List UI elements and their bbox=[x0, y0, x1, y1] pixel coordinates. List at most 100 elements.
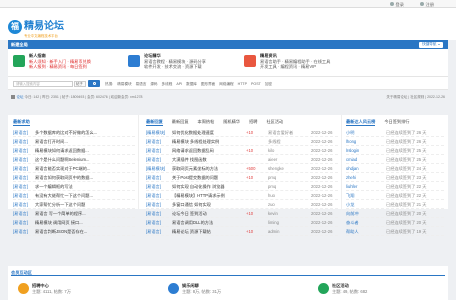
list-item[interactable]: cmiad 已经连续签到了 25 天 bbox=[346, 155, 444, 164]
row-author[interactable]: kevin bbox=[268, 211, 278, 216]
row-title[interactable]: 易语言调用DLL的方法 bbox=[172, 220, 213, 225]
row-tag[interactable]: [易语言] bbox=[146, 184, 161, 189]
row-tag[interactable]: [易语言] bbox=[13, 193, 28, 198]
row-tag[interactable]: [易语言] bbox=[146, 139, 161, 144]
row-title[interactable]: 【精易模块】HTTP请求示例 bbox=[172, 193, 225, 198]
row-title[interactable]: 易语言如何获取网页中的数据... bbox=[35, 175, 93, 180]
hot-word[interactable]: 数据库 bbox=[186, 82, 197, 86]
quick-nav-button[interactable]: 快捷导航 bbox=[419, 41, 443, 48]
hot-word[interactable]: 易语言 bbox=[136, 82, 147, 86]
home-icon[interactable] bbox=[11, 95, 15, 99]
row-tag[interactable]: [易语言] bbox=[13, 130, 28, 135]
row-author[interactable]: zuo bbox=[268, 202, 275, 207]
row-title[interactable]: 易语言能否实现对于PC端的... bbox=[35, 166, 90, 171]
table-row[interactable]: [易语言] 精易论坛 资源下载帖 +10 admin 2022-12-26 bbox=[146, 227, 338, 236]
user-name[interactable]: cmiad bbox=[346, 157, 357, 162]
table-row[interactable]: [易语言] 论坛今日 签到活动 +10 kevin 2022-12-26 bbox=[146, 209, 338, 218]
list-item[interactable]: [易语言] 精易模块 调用网页 接口... bbox=[13, 218, 135, 227]
row-title[interactable]: 精易模块 调用网页 接口... bbox=[35, 220, 83, 225]
row-tag[interactable]: [精易模块] bbox=[146, 166, 165, 171]
list-item[interactable]: [易语言] 易语言判断JSON是否存在... bbox=[13, 227, 135, 236]
table-row[interactable]: [易语言] 【精易模块】HTTP请求示例 huo 2022-12-26 bbox=[146, 191, 338, 200]
row-title[interactable]: 网络请求返回数据乱码 bbox=[172, 148, 214, 153]
row-title[interactable]: 论坛今日 签到活动 bbox=[172, 211, 207, 216]
list-item[interactable]: [易语言] 大家帮忙分析一下这个问题 bbox=[13, 200, 135, 209]
list-item[interactable]: lhong 已经连续签到了 26 天 bbox=[346, 137, 444, 146]
row-tag[interactable]: [易语言] bbox=[146, 202, 161, 207]
user-name[interactable]: ohdjan bbox=[346, 166, 359, 171]
row-tag[interactable]: [易语言] bbox=[146, 193, 161, 198]
row-title[interactable]: 大家帮忙分析一下这个问题 bbox=[35, 202, 85, 207]
row-tag[interactable]: [易语言] bbox=[146, 211, 161, 216]
row-tag[interactable]: [易语言] bbox=[13, 211, 28, 216]
row-tag[interactable]: [易语言] bbox=[146, 175, 161, 180]
row-title[interactable]: 多窗口通信 如何实现 bbox=[172, 202, 211, 207]
user-name[interactable]: liuhfer bbox=[346, 184, 357, 189]
register-link[interactable]: 注册 bbox=[420, 2, 434, 7]
list-item[interactable]: 帮助人 已经连续签到了 19 天 bbox=[346, 227, 444, 236]
row-title[interactable]: 如何实现 自动化操作 浏览器 bbox=[172, 184, 225, 189]
table-row[interactable]: [精易模块] 如何优化数据处理速度 +10 易语言爱好者 2022-12-26 bbox=[146, 128, 338, 137]
tab-signin[interactable]: 今日签到排行 bbox=[384, 119, 409, 126]
hot-word[interactable]: 多线程 bbox=[162, 82, 173, 86]
row-title[interactable]: 这个是什么问题啊Selenium... bbox=[35, 157, 89, 162]
row-title[interactable]: 如何优化数据处理速度 bbox=[172, 130, 214, 135]
row-tag[interactable]: [易语言] bbox=[13, 184, 28, 189]
row-tag[interactable]: [易语言] bbox=[13, 148, 28, 153]
table-row[interactable]: [易语言] 多窗口通信 如何实现 zuo 2022-12-26 bbox=[146, 200, 338, 209]
list-item[interactable]: 小明 已经连续签到了 26 天 bbox=[346, 128, 444, 137]
tab-latest[interactable]: 最新回复 bbox=[146, 119, 163, 127]
search-type-select[interactable]: 帖子 bbox=[74, 80, 86, 87]
user-name[interactable]: 飞翔 bbox=[346, 193, 354, 198]
row-author[interactable]: pmq bbox=[268, 184, 276, 189]
row-tag[interactable]: [易语言] bbox=[13, 175, 28, 180]
site-logo[interactable]: 福 精易论坛 bbox=[8, 20, 64, 34]
table-row[interactable]: [精易模块] 获取网页元素坐标的方法 +500 shengke 2022-12-26 bbox=[146, 164, 338, 173]
row-tag[interactable]: [易语言] bbox=[146, 229, 161, 234]
row-tag[interactable]: [易语言] bbox=[13, 220, 28, 225]
hot-word[interactable]: POST bbox=[251, 82, 261, 86]
row-tag[interactable]: [易语言] bbox=[13, 202, 28, 207]
list-item[interactable]: [易语言] 精易模块如何请求返回数据... bbox=[13, 146, 135, 155]
login-link[interactable]: 登录 bbox=[390, 2, 404, 7]
row-author[interactable]: kilo bbox=[268, 148, 274, 153]
user-name[interactable]: zhehi bbox=[346, 175, 356, 180]
user-name[interactable]: lrslogin bbox=[346, 148, 359, 153]
list-item[interactable]: 向前冲 已经连续签到了 20 天 bbox=[346, 209, 444, 218]
table-row[interactable]: [易语言] 关于Post提交数据的问题 +10 pmq 2022-12-26 bbox=[146, 173, 338, 182]
row-tag[interactable]: [易语言] bbox=[13, 139, 28, 144]
row-author[interactable]: huo bbox=[268, 193, 275, 198]
row-tag[interactable]: [易语言] bbox=[146, 220, 161, 225]
hot-word[interactable]: 加密 bbox=[265, 82, 272, 86]
table-row[interactable]: [易语言] 易语言调用DLL的方法 liming 2022-12-26 bbox=[146, 218, 338, 227]
list-item[interactable]: [易语言] 这个是什么问题啊Selenium... bbox=[13, 155, 135, 164]
list-item[interactable]: 飞翔 已经连续签到了 22 天 bbox=[346, 191, 444, 200]
hot-word[interactable]: 网络编程 bbox=[219, 82, 233, 86]
list-item[interactable]: [易语言] 易语言如何获取网页中的数据... bbox=[13, 173, 135, 182]
row-title[interactable]: 有没有大佬帮忙一下这个问题... bbox=[35, 193, 93, 198]
tab-latest-help[interactable]: 最新求助 bbox=[13, 119, 30, 127]
list-item[interactable]: zhehi 已经连续签到了 23 天 bbox=[346, 173, 444, 182]
search-input[interactable]: 请输入搜索内容 bbox=[13, 80, 73, 87]
row-title[interactable]: 易语言打开时间... bbox=[35, 139, 68, 144]
user-name[interactable]: 奋斗者 bbox=[346, 220, 359, 225]
list-item[interactable]: [易语言] 易语言能否实现对于PC端的... bbox=[13, 164, 135, 173]
user-name[interactable]: lhong bbox=[346, 139, 356, 144]
hot-word[interactable]: HTTP bbox=[238, 82, 247, 86]
table-row[interactable]: [易语言] 如何实现 自动化操作 浏览器 pmq 2022-12-26 bbox=[146, 182, 338, 191]
row-author[interactable]: liming bbox=[268, 220, 279, 225]
list-item[interactable]: 小龙 已经连续签到了 21 天 bbox=[346, 200, 444, 209]
tab-recruit[interactable]: 招聘 bbox=[249, 119, 257, 126]
row-tag[interactable]: [易语言] bbox=[13, 229, 28, 234]
hot-word[interactable]: 精易模块 bbox=[117, 82, 131, 86]
search-button[interactable] bbox=[88, 80, 100, 87]
row-title[interactable]: 求一个编辑框的写法 bbox=[35, 184, 73, 189]
hot-word[interactable]: 源码 bbox=[150, 82, 157, 86]
table-row[interactable]: [易语言] 大漠插件 找图函数 aieer 2022-12-26 bbox=[146, 155, 338, 164]
row-author[interactable]: 多线程 bbox=[268, 139, 281, 144]
row-author[interactable]: aieer bbox=[268, 157, 277, 162]
hot-word[interactable]: 图形界面 bbox=[201, 82, 215, 86]
tab-latest-reply[interactable]: 最新回复 bbox=[172, 119, 189, 126]
row-title[interactable]: 大漠插件 找图函数 bbox=[172, 157, 207, 162]
user-name[interactable]: 向前冲 bbox=[346, 211, 359, 216]
